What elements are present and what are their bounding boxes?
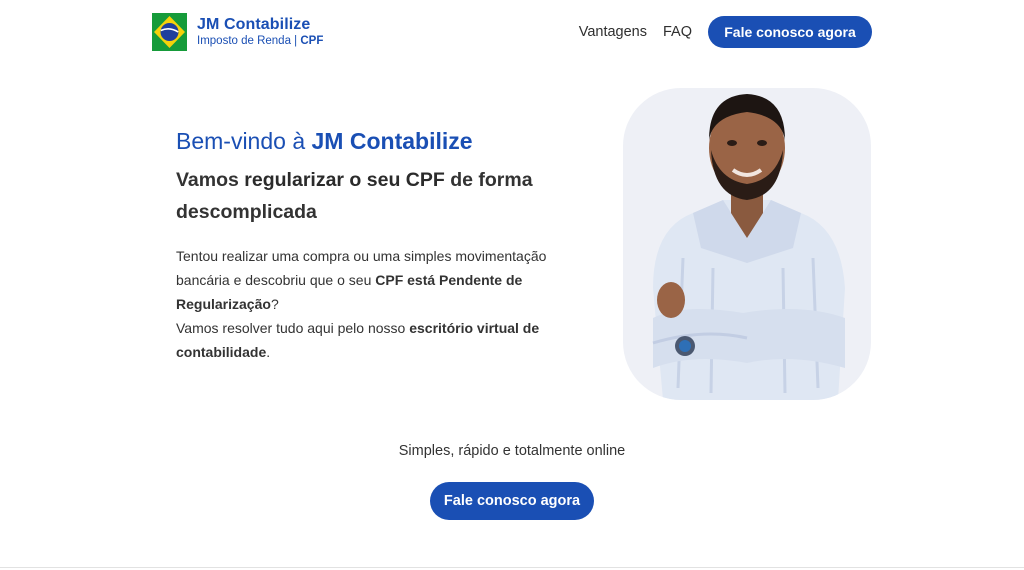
welcome-heading: Bem-vindo à JM Contabilize xyxy=(176,126,596,156)
brand[interactable]: JM Contabilize Imposto de Renda | CPF xyxy=(152,13,323,51)
brand-name: JM Contabilize xyxy=(197,15,311,33)
nav-link-vantagens[interactable]: Vantagens xyxy=(579,24,647,40)
hero-text: Bem-vindo à JM Contabilize Vamos regular… xyxy=(176,126,596,364)
brand-text: JM Contabilize Imposto de Renda | CPF xyxy=(197,15,324,48)
portrait-card xyxy=(623,88,871,400)
para2-suffix: . xyxy=(266,344,271,360)
nav-link-faq[interactable]: FAQ xyxy=(663,24,692,40)
headline-prefix: Vamos xyxy=(176,169,245,191)
site-header: JM Contabilize Imposto de Renda | CPF Va… xyxy=(0,0,1024,64)
para1-suffix: ? xyxy=(270,296,279,312)
brand-subtitle: Imposto de Renda | CPF xyxy=(197,34,324,48)
welcome-prefix: Bem-vindo à xyxy=(176,128,312,154)
headline-bold: regularizar o seu CPF xyxy=(244,169,445,191)
brazil-flag-logo-icon xyxy=(152,13,187,51)
hero-headline: Vamos regularizar o seu CPF de forma des… xyxy=(176,164,596,228)
header-contact-button[interactable]: Fale conosco agora xyxy=(708,16,872,48)
welcome-brand: JM Contabilize xyxy=(311,128,473,154)
main-nav: Vantagens FAQ Fale conosco agora xyxy=(579,16,872,48)
section-divider xyxy=(0,567,1024,568)
brand-subtitle-bold: CPF xyxy=(300,34,324,47)
main-contact-button[interactable]: Fale conosco agora xyxy=(430,482,594,520)
brand-subtitle-prefix: Imposto de Renda | xyxy=(197,34,301,47)
hero-description: Tentou realizar uma compra ou uma simple… xyxy=(176,244,596,364)
cta-tagline: Simples, rápido e totalmente online xyxy=(398,443,626,459)
para2-prefix: Vamos resolver tudo aqui pelo nosso xyxy=(176,320,410,336)
person-portrait-image xyxy=(652,94,845,400)
